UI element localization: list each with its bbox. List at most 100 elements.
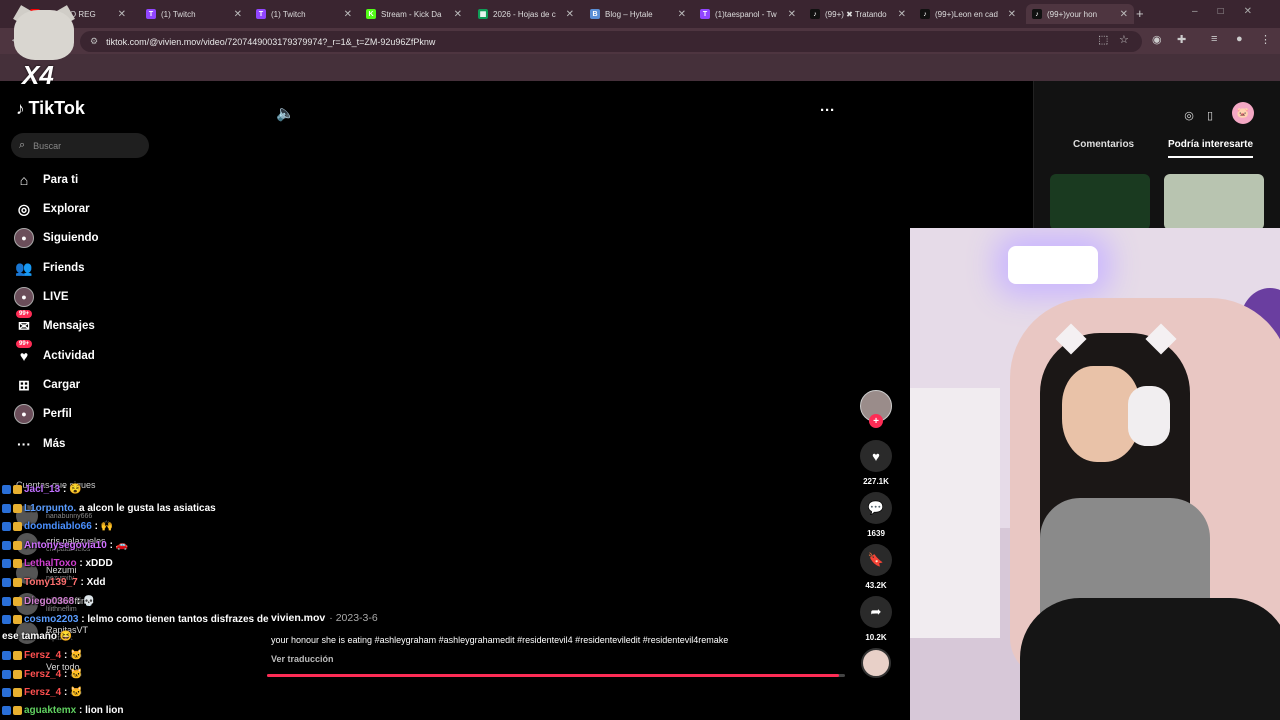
save-count: 43.2K (865, 581, 887, 590)
sidebar-item-label: Friends (43, 262, 85, 274)
follow-plus-button[interactable]: + (869, 414, 883, 428)
tab-title: Blog – Hytale (605, 9, 653, 19)
close-tab-icon[interactable]: ✕ (566, 9, 574, 20)
tab-title: Stream - Kick Da (381, 9, 442, 19)
overlay-cat-image: X4 (10, 5, 76, 90)
sidebar-item-label: Siguiendo (43, 232, 99, 244)
close-tab-icon[interactable]: ✕ (678, 9, 686, 20)
creator-tools-icon[interactable]: ◎ (1179, 105, 1199, 125)
install-icon[interactable]: ⬚ (1098, 33, 1108, 46)
close-tab-icon[interactable]: ✕ (1008, 9, 1016, 20)
phone-icon[interactable]: ▯ (1200, 105, 1220, 125)
media-icon[interactable]: ≡ (1211, 33, 1217, 45)
sidebar-item-more[interactable]: ··· Más (14, 434, 65, 454)
browser-tab[interactable]: ♪ (99+) ✖ Tratando ✕ (804, 4, 912, 24)
sidebar-item-friends[interactable]: 👥 Friends (14, 258, 85, 278)
sidebar-item-activity[interactable]: ♥ 99+ Actividad (14, 340, 95, 366)
sidebar-item-label: Para ti (43, 174, 79, 186)
chat-badge-icon (2, 614, 11, 624)
chat-username[interactable]: L1orpunto. (24, 503, 76, 514)
chat-badge-icon (13, 503, 22, 513)
video-author[interactable]: vivien.mov · 2023-3-6 (271, 612, 378, 624)
like-button[interactable]: ♥ (860, 440, 892, 472)
more-options-icon[interactable]: ··· (820, 102, 835, 119)
music-disc-icon[interactable] (861, 648, 891, 678)
recommended-thumbnail[interactable] (1164, 174, 1264, 230)
video-caption: your honour she is eating #ashleygraham … (271, 635, 729, 645)
recommended-thumbnail[interactable] (1050, 174, 1150, 230)
video-date: 2023-3-6 (335, 612, 378, 624)
heart-icon: ♥ (872, 448, 880, 464)
bookmark-star-icon[interactable]: ☆ (1119, 33, 1129, 46)
close-tab-icon[interactable]: ✕ (234, 9, 242, 20)
new-tab-button[interactable]: + (1136, 6, 1144, 21)
chat-message: Diego0368 : 💀 (2, 596, 95, 607)
like-count: 227.1K (863, 477, 889, 486)
puzzle-icon[interactable]: ✚ (1177, 33, 1186, 46)
sidebar-item-live[interactable]: ● LIVE (14, 287, 69, 307)
sidebar-item-upload[interactable]: ⊞ Cargar (14, 375, 80, 395)
chat-username[interactable]: LethalToxo (24, 558, 77, 569)
chat-badge-icon (13, 687, 22, 697)
browser-tab[interactable]: T (1) Twitch ✕ (140, 4, 248, 24)
kick-icon: K (366, 9, 376, 19)
close-tab-icon[interactable]: ✕ (454, 9, 462, 20)
share-button[interactable]: ➦ (860, 596, 892, 628)
translate-link[interactable]: Ver traducción (271, 654, 334, 664)
profile-avatar-icon[interactable]: ● (1236, 33, 1243, 45)
browser-menu-icon[interactable]: ⋮ (1260, 33, 1271, 46)
chat-badge-icon (2, 484, 11, 494)
close-tab-icon[interactable]: ✕ (898, 9, 906, 20)
url-field[interactable]: ⚙ tiktok.com/@vivien.mov/video/720744900… (80, 31, 1142, 52)
tiktok-logo[interactable]: ♪ TikTok (16, 98, 85, 119)
live-icon: ● (14, 287, 34, 307)
chat-username[interactable]: Antonysegovia10 (24, 540, 107, 551)
extension-icon[interactable]: ◉ (1152, 33, 1162, 46)
chat-badge-icon (2, 650, 11, 660)
chat-username[interactable]: cosmo2203 (24, 614, 78, 625)
chat-username[interactable]: Fersz_4 (24, 650, 61, 661)
volume-icon[interactable]: 🔈 (276, 104, 295, 122)
chat-username[interactable]: Fersz_4 (24, 687, 61, 698)
chat-username[interactable]: Jacl_13 (24, 484, 60, 495)
sidebar-item-following-avatar[interactable]: ● Siguiendo (14, 228, 99, 248)
search-input[interactable]: ⌕ Buscar (11, 133, 149, 158)
chat-username[interactable]: aguaktemx (24, 705, 76, 716)
close-tab-icon[interactable]: ✕ (118, 9, 126, 20)
browser-tab[interactable]: ▦ 2026 - Hojas de c ✕ (472, 4, 580, 24)
close-tab-icon[interactable]: ✕ (1120, 9, 1128, 20)
chat-message: Fersz_4 : 🐱 (2, 687, 83, 698)
chat-badge-icon (13, 614, 22, 624)
tab-comments[interactable]: Comentarios (1073, 139, 1134, 150)
chat-username[interactable]: doomdiablo66 (24, 521, 92, 532)
logo-text: TikTok (28, 98, 85, 118)
site-info-icon[interactable]: ⚙ (90, 36, 98, 47)
browser-tab[interactable]: ♪ (99+)your hon ✕ (1026, 4, 1134, 24)
sidebar-item-home[interactable]: ⌂ Para ti (14, 170, 78, 190)
comment-button[interactable]: 💬 (860, 492, 892, 524)
sidebar-item-profile[interactable]: ● Perfil (14, 404, 72, 424)
tab-recommended[interactable]: Podría interesarte (1168, 139, 1254, 158)
sidebar-item-compass[interactable]: ◎ Explorar (14, 199, 90, 219)
video-progress-fill (267, 674, 840, 677)
window-controls[interactable]: –□✕ (1192, 6, 1272, 17)
comment-count: 1639 (867, 529, 885, 538)
video-progress-bar[interactable] (267, 674, 845, 677)
sidebar-item-label: Explorar (43, 203, 90, 215)
author-name[interactable]: vivien.mov (271, 612, 325, 624)
close-tab-icon[interactable]: ✕ (788, 9, 796, 20)
chat-username[interactable]: Tomy139_7 (24, 577, 78, 588)
chat-username[interactable]: Diego0368 (24, 596, 74, 607)
bookmark-icon: 🔖 (867, 552, 885, 567)
browser-tab[interactable]: K Stream - Kick Da ✕ (360, 4, 468, 24)
browser-tab[interactable]: T (1) Twitch ✕ (250, 4, 358, 24)
close-tab-icon[interactable]: ✕ (344, 9, 352, 20)
browser-tab[interactable]: ♪ (99+)Leon en cad ✕ (914, 4, 1022, 24)
user-avatar[interactable]: 🐷 (1232, 102, 1254, 124)
browser-tab[interactable]: T (1)taespanol - Tw ✕ (694, 4, 802, 24)
sidebar-item-messages[interactable]: ✉ 99+ Mensajes (14, 310, 95, 336)
chat-username[interactable]: Fersz_4 (24, 669, 61, 680)
save-button[interactable]: 🔖 (860, 544, 892, 576)
browser-tab[interactable]: B Blog – Hytale ✕ (584, 4, 692, 24)
chat-badge-icon (13, 705, 22, 715)
